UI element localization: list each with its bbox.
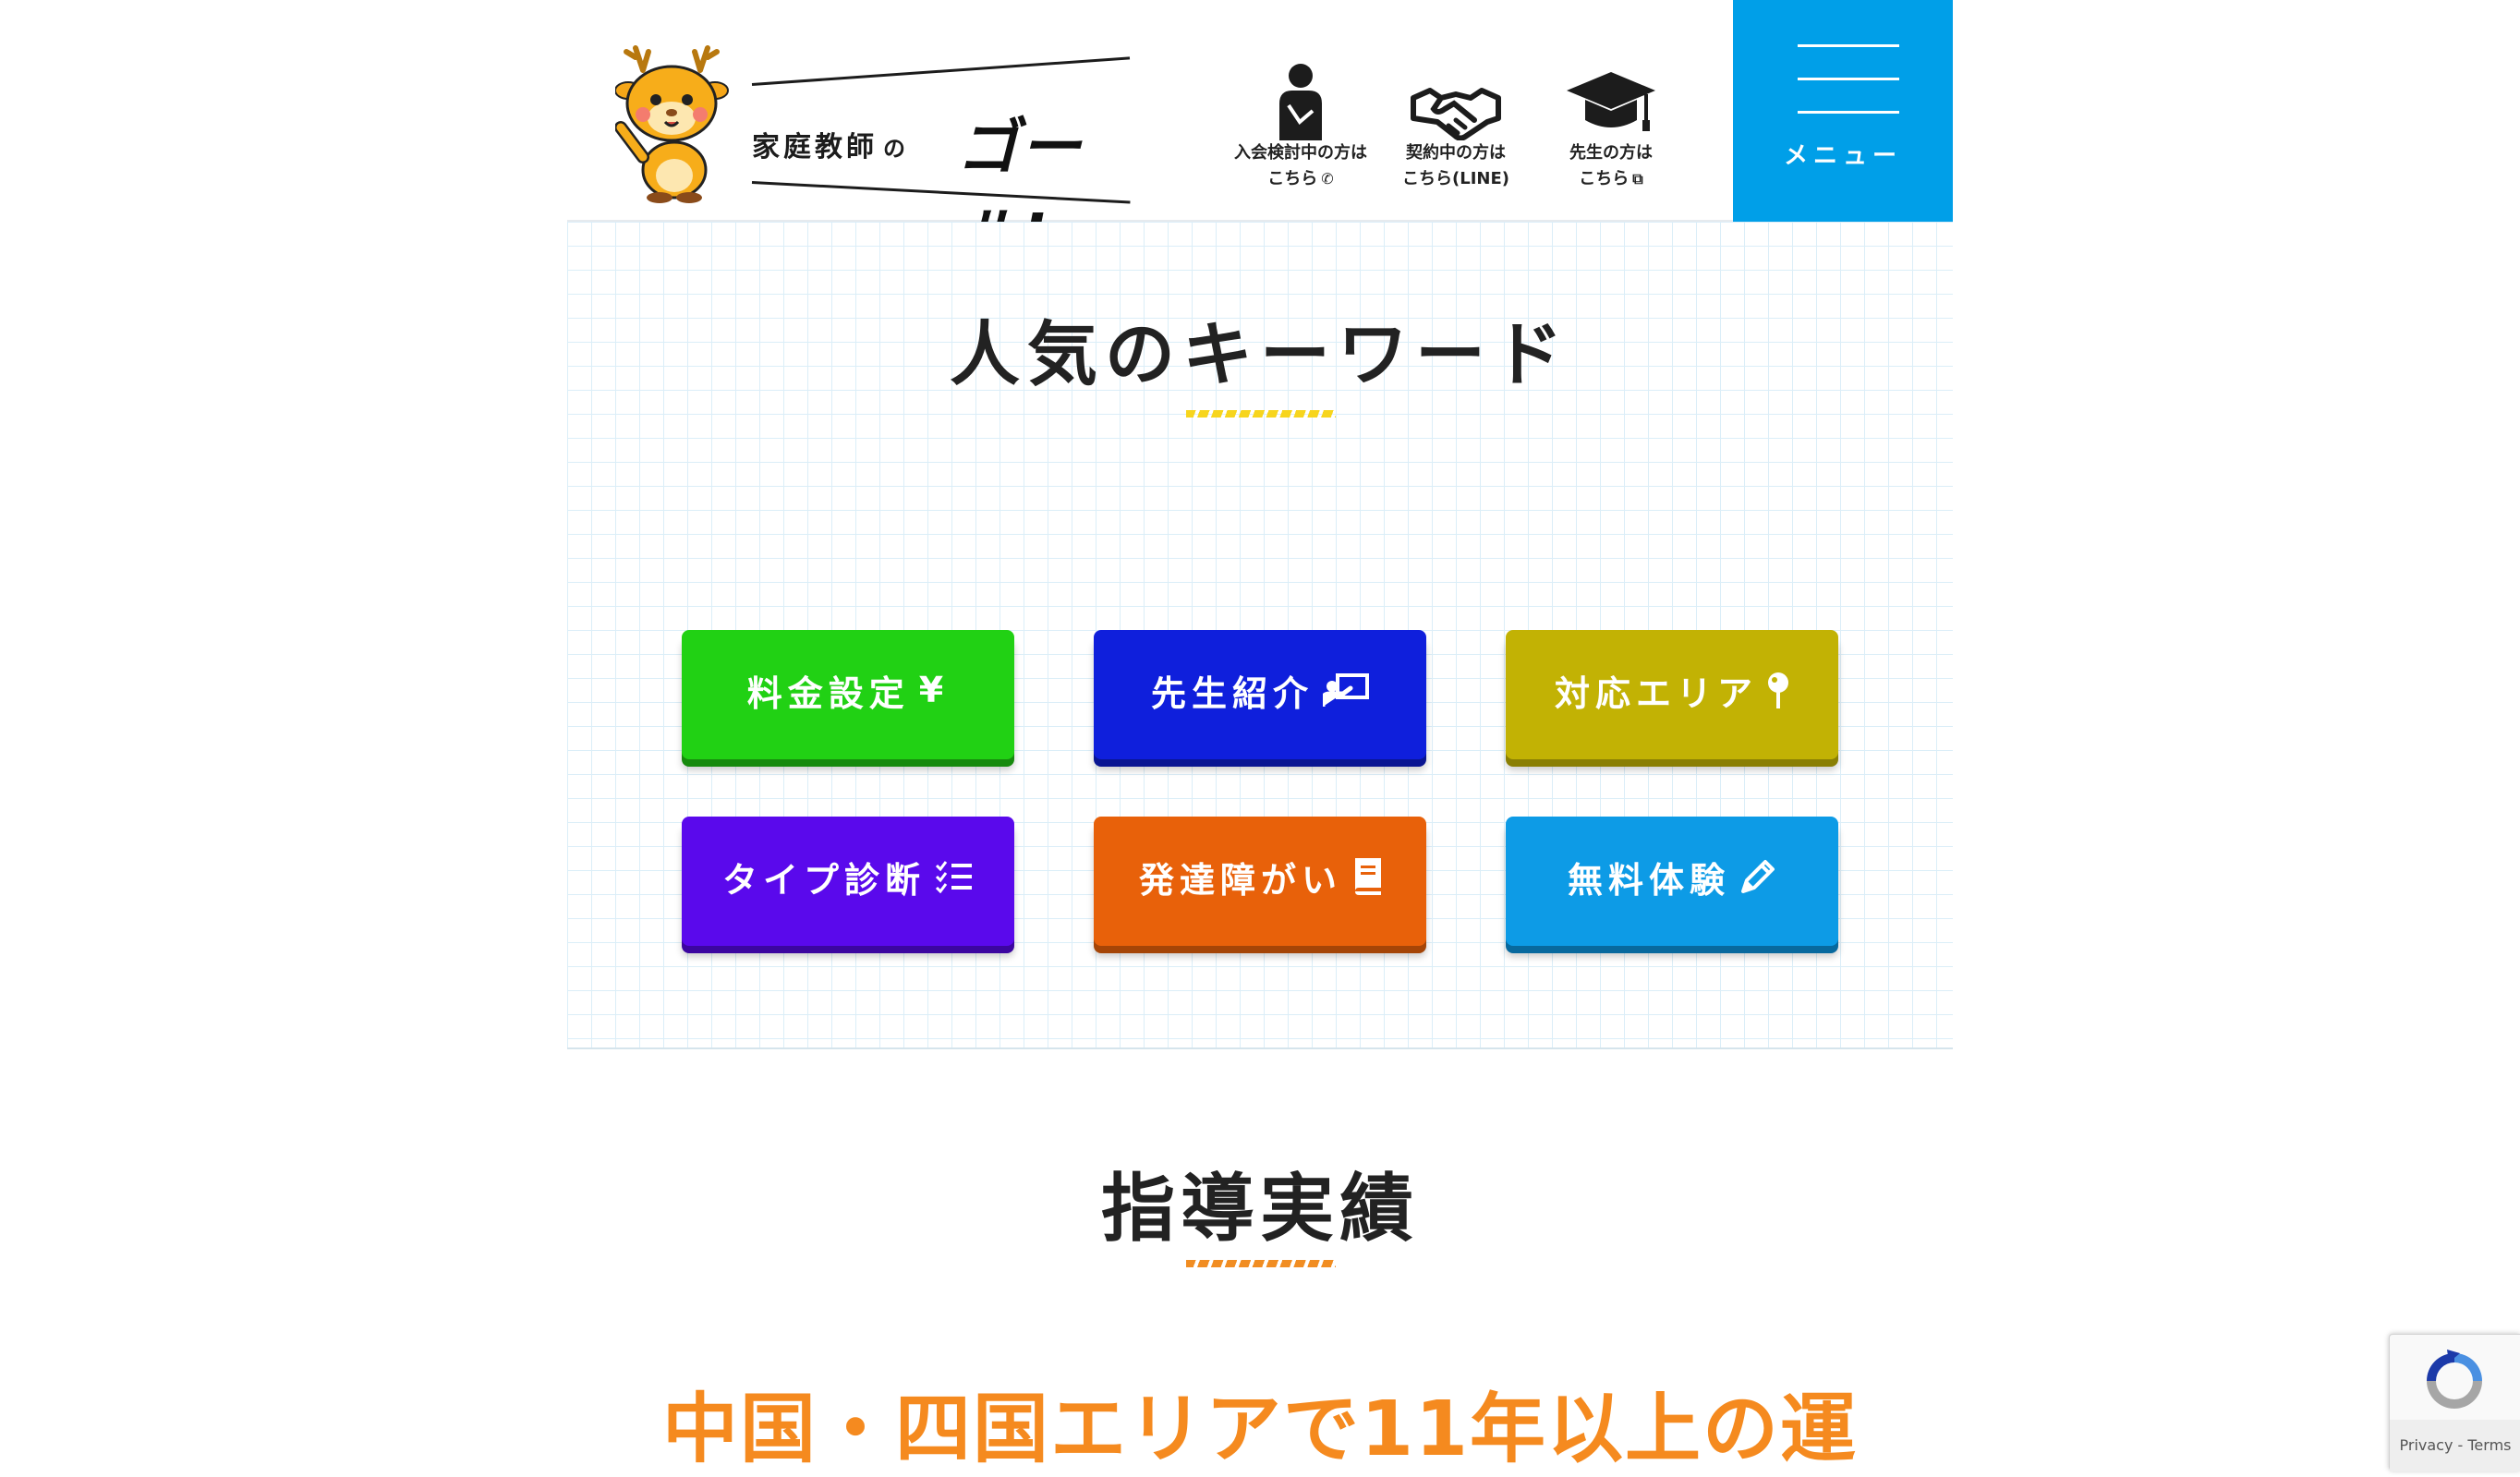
keyword-button-pricing[interactable]: 料金設定 ¥: [682, 630, 1014, 759]
logo-small-text: 家庭教師の: [752, 131, 909, 163]
teacher-line2: こちら: [1579, 169, 1630, 188]
hamburger-bar-top: [1798, 44, 1899, 47]
logo-line-top: [751, 56, 1131, 86]
handshake-icon: [1411, 88, 1501, 140]
site-header: 家庭教師の ゴール! 入会検討中の方は こちら✆: [567, 0, 1953, 272]
keyword-button-label: タイプ診断: [721, 859, 926, 901]
person-icon: [1279, 64, 1322, 140]
achievements-lead-text: 中国・四国エリアで11年以上の運: [661, 1386, 1859, 1473]
recaptcha-icon: [2427, 1350, 2482, 1409]
yen-icon: ¥: [918, 670, 950, 710]
recaptcha-privacy-terms-links[interactable]: Privacy - Terms: [2390, 1420, 2520, 1471]
member-line-line1: 契約中の方は: [1406, 143, 1506, 163]
keywords-title: 人気のキーワード: [950, 313, 1570, 395]
hamburger-bar-middle: [1798, 78, 1899, 80]
join-inquiry-link[interactable]: 入会検討中の方は こちら ✆: [1223, 55, 1378, 194]
keyword-button-free-trial[interactable]: 無料体験: [1506, 817, 1838, 946]
keyword-button-label: 対応エリア: [1554, 672, 1758, 714]
site-logo[interactable]: 家庭教師の ゴール!: [615, 42, 1151, 272]
member-line-link[interactable]: 契約中の方は こちら(LINE): [1378, 55, 1533, 194]
pencil-icon: [1741, 860, 1775, 893]
keyword-button-label: 先生紹介: [1150, 672, 1314, 714]
achievements-title-underline: [1186, 1260, 1336, 1267]
keyword-button-label: 発達障がい: [1138, 859, 1342, 901]
map-pin-icon: [1768, 672, 1788, 708]
teacher-board-icon: [1323, 673, 1369, 707]
menu-button[interactable]: メニュー: [1733, 0, 1953, 222]
teacher-line1: 先生の方は: [1569, 143, 1653, 163]
join-inquiry-line2: こちら: [1267, 169, 1318, 188]
hamburger-bar-bottom: [1798, 111, 1899, 114]
keyword-button-developmental[interactable]: 発達障がい: [1094, 817, 1426, 946]
keyword-button-label: 料金設定: [746, 672, 910, 714]
graduation-cap-icon: [1567, 72, 1655, 131]
deer-mascot-icon: [615, 45, 729, 203]
achievements-title: 指導実績: [1101, 1166, 1419, 1252]
menu-label: メニュー: [1783, 142, 1902, 170]
phone-icon: ✆: [1321, 170, 1334, 188]
page: 家庭教師の ゴール! 入会検討中の方は こちら✆: [567, 0, 1953, 1474]
external-link-icon: ⧉: [1632, 170, 1643, 188]
keyword-button-area[interactable]: 対応エリア: [1506, 630, 1838, 759]
popular-keywords-section: 人気のキーワード 料金設定 ¥ 先生紹介 対応エリア タイプ診断 発達障がい 無…: [567, 222, 1953, 1049]
teacher-link[interactable]: 先生の方は こちら ⧉: [1533, 55, 1689, 194]
keyword-button-teachers[interactable]: 先生紹介: [1094, 630, 1426, 759]
keyword-button-label: 無料体験: [1567, 859, 1730, 901]
header-links: 入会検討中の方は こちら ✆ 契約中の方は こちら(LINE) 先生の方は こち…: [1223, 55, 1689, 194]
logo-wordmark: 家庭教師の ゴール!: [751, 56, 1149, 272]
keyword-button-type-diagnosis[interactable]: タイプ診断: [682, 817, 1014, 946]
recaptcha-badge[interactable]: Privacy - Terms: [2389, 1334, 2520, 1471]
keywords-title-underline: [1186, 410, 1336, 418]
checklist-icon: [935, 861, 972, 893]
join-inquiry-line1: 入会検討中の方は: [1234, 143, 1367, 163]
book-icon: [1355, 858, 1381, 895]
member-line-line2: こちら(LINE): [1402, 169, 1509, 188]
